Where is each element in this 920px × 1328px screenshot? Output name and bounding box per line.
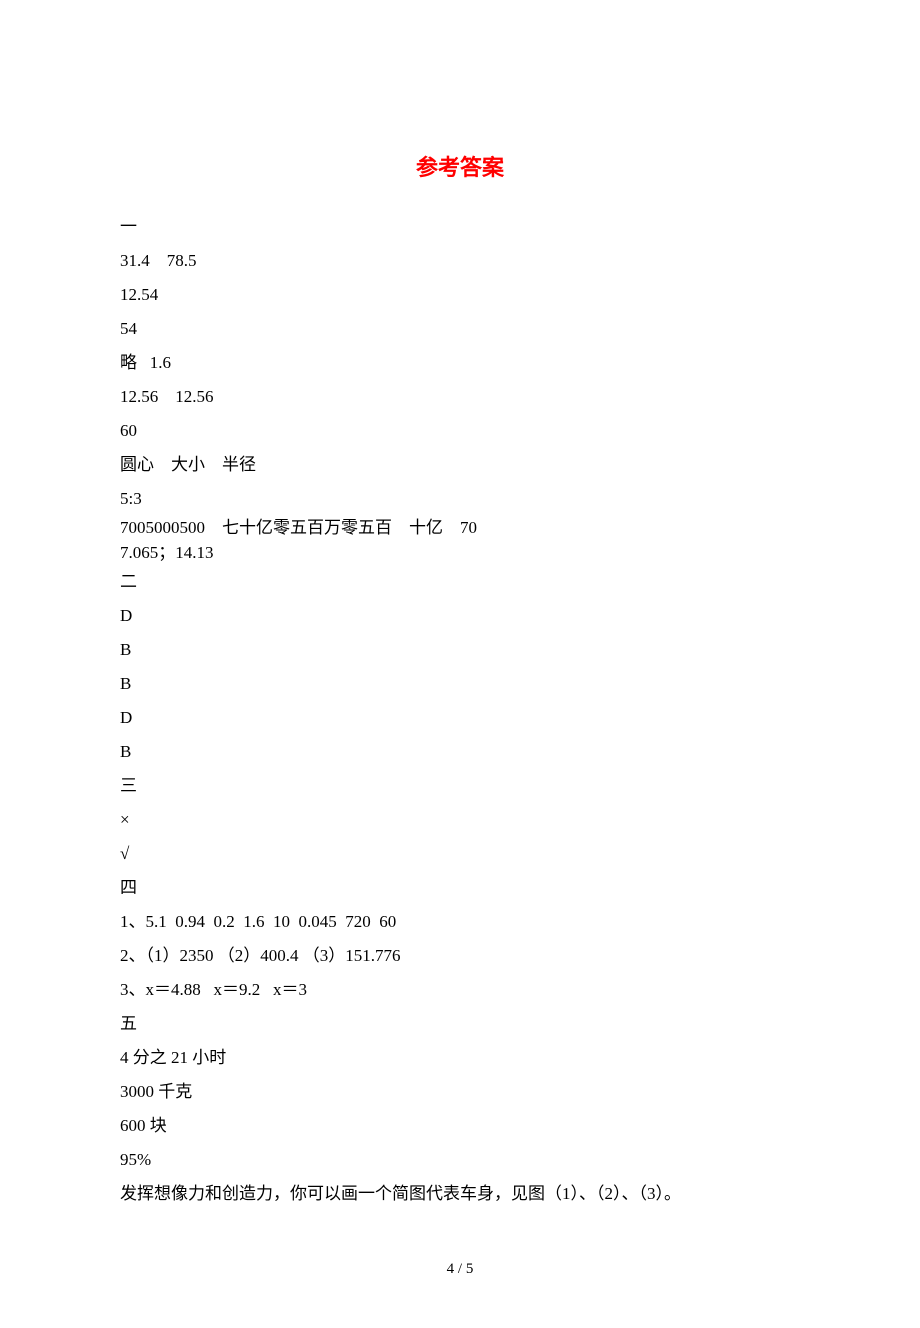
answer-line: D xyxy=(120,599,800,633)
answer-line: 圆心 大小 半径 xyxy=(120,448,800,482)
answer-line: 2、（1）2350 （2）400.4 （3）151.776 xyxy=(120,939,800,973)
answer-line: 3000 千克 xyxy=(120,1075,800,1109)
answer-line: B xyxy=(120,633,800,667)
answer-line: B xyxy=(120,667,800,701)
answer-line: 3、x＝4.88 x＝9.2 x＝3 xyxy=(120,973,800,1007)
answer-line: 60 xyxy=(120,414,800,448)
answer-content: 一31.4 78.512.5454略 1.612.56 12.5660圆心 大小… xyxy=(120,210,800,1211)
answer-line: 发挥想像力和创造力，你可以画一个简图代表车身，见图（1）、（2）、（3）。 xyxy=(120,1177,800,1211)
answer-line: 95% xyxy=(120,1143,800,1177)
answer-line: 5:3 xyxy=(120,482,800,516)
answer-line: 600 块 xyxy=(120,1109,800,1143)
answer-line: 1、5.1 0.94 0.2 1.6 10 0.045 720 60 xyxy=(120,905,800,939)
answer-line: 12.56 12.56 xyxy=(120,380,800,414)
answer-line: 4 分之 21 小时 xyxy=(120,1041,800,1075)
answer-line: 五 xyxy=(120,1007,800,1041)
answer-line: 54 xyxy=(120,312,800,346)
answer-line: 12.54 xyxy=(120,278,800,312)
document-page: 参考答案 一31.4 78.512.5454略 1.612.56 12.5660… xyxy=(0,0,920,1328)
answer-line: 7.065；14.13 xyxy=(120,541,800,566)
answer-line: 一 xyxy=(120,210,800,244)
answer-line: 略 1.6 xyxy=(120,346,800,380)
page-footer: 4 / 5 xyxy=(120,1261,800,1278)
answer-line: 三 xyxy=(120,769,800,803)
page-title: 参考答案 xyxy=(120,150,800,182)
answer-line: B xyxy=(120,735,800,769)
answer-line: 二 xyxy=(120,565,800,599)
answer-line: 四 xyxy=(120,871,800,905)
answer-line: 7005000500 七十亿零五百万零五百 十亿 70 xyxy=(120,516,800,541)
answer-line: 31.4 78.5 xyxy=(120,244,800,278)
answer-line: × xyxy=(120,803,800,837)
answer-line: √ xyxy=(120,837,800,871)
answer-line: D xyxy=(120,701,800,735)
